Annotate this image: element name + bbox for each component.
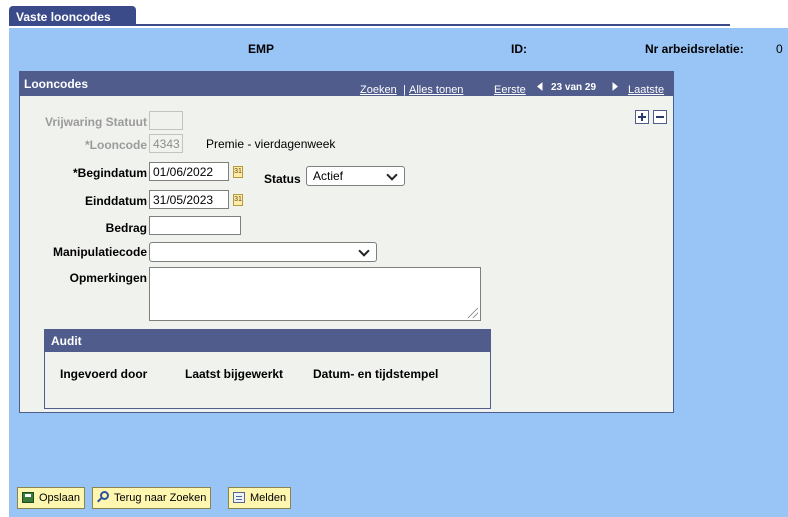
show-all-link[interactable]: Alles tonen — [409, 84, 463, 96]
begindatum-label: *Begindatum — [72, 166, 147, 180]
save-icon — [22, 492, 34, 503]
first-link[interactable]: Eerste — [494, 84, 526, 96]
status-label: Status — [264, 172, 301, 186]
search-link[interactable]: Zoeken — [360, 84, 397, 96]
chevron-down-icon — [386, 169, 398, 181]
status-select[interactable]: Actief — [306, 166, 405, 186]
tab-underline — [9, 24, 730, 26]
notify-button-label: Melden — [250, 492, 287, 504]
looncode-field: 4343 — [149, 134, 183, 153]
audit-section: Audit Ingevoerd door Laatst bijgewerkt D… — [44, 329, 491, 409]
tab-vaste-looncodes[interactable]: Vaste looncodes — [9, 6, 136, 25]
timestamp-label: Datum- en tijdstempel — [313, 367, 439, 381]
save-button[interactable]: Opslaan — [17, 487, 85, 509]
looncodes-panel-header: Looncodes Zoeken | Alles tonen Eerste 23… — [20, 72, 673, 96]
manipulatiecode-select[interactable] — [149, 242, 377, 262]
resize-handle-icon[interactable] — [468, 308, 478, 318]
chevron-down-icon — [358, 245, 370, 257]
id-label: ID: — [511, 42, 527, 56]
notify-button[interactable]: Melden — [228, 487, 292, 509]
looncode-description: Premie - vierdagenweek — [206, 137, 336, 151]
last-updated-label: Laatst bijgewerkt — [185, 367, 284, 381]
bedrag-field[interactable] — [149, 216, 241, 235]
manipulatiecode-label: Manipulatiecode — [52, 245, 147, 259]
next-arrow-icon[interactable] — [612, 82, 618, 91]
opmerkingen-label: Opmerkingen — [69, 271, 147, 285]
link-separator: | — [403, 84, 406, 96]
back-to-search-button-label: Terug naar Zoeken — [114, 492, 207, 504]
bedrag-label: Bedrag — [105, 221, 147, 235]
relation-label: Nr arbeidsrelatie: — [645, 42, 744, 56]
back-to-search-button[interactable]: Terug naar Zoeken — [92, 487, 212, 509]
einddatum-label: Einddatum — [85, 194, 147, 208]
status-select-value: Actief — [313, 169, 344, 183]
entered-by-label: Ingevoerd door — [60, 367, 148, 381]
calendar-icon[interactable]: 31 — [233, 194, 243, 206]
looncode-label: *Looncode — [85, 138, 147, 152]
search-icon — [100, 491, 109, 500]
last-link[interactable]: Laatste — [628, 84, 664, 96]
audit-header: Audit — [45, 330, 490, 352]
vrijwaring-statuut-field — [149, 111, 183, 130]
add-row-button[interactable] — [635, 110, 649, 124]
einddatum-field[interactable]: 31/05/2023 — [149, 190, 229, 209]
opmerkingen-textarea[interactable] — [149, 267, 481, 321]
save-button-label: Opslaan — [39, 492, 80, 504]
panel-title: Looncodes — [24, 77, 89, 91]
vrijwaring-statuut-label: Vrijwaring Statuut — [44, 115, 147, 129]
delete-row-button[interactable] — [653, 110, 667, 124]
prev-arrow-icon[interactable] — [537, 82, 543, 91]
notify-icon — [233, 492, 245, 503]
relation-value: 0 — [776, 42, 783, 56]
record-count: 23 van 29 — [551, 82, 597, 93]
calendar-icon[interactable]: 31 — [233, 166, 243, 178]
begindatum-field[interactable]: 01/06/2022 — [149, 162, 229, 181]
emp-label: EMP — [248, 42, 275, 56]
